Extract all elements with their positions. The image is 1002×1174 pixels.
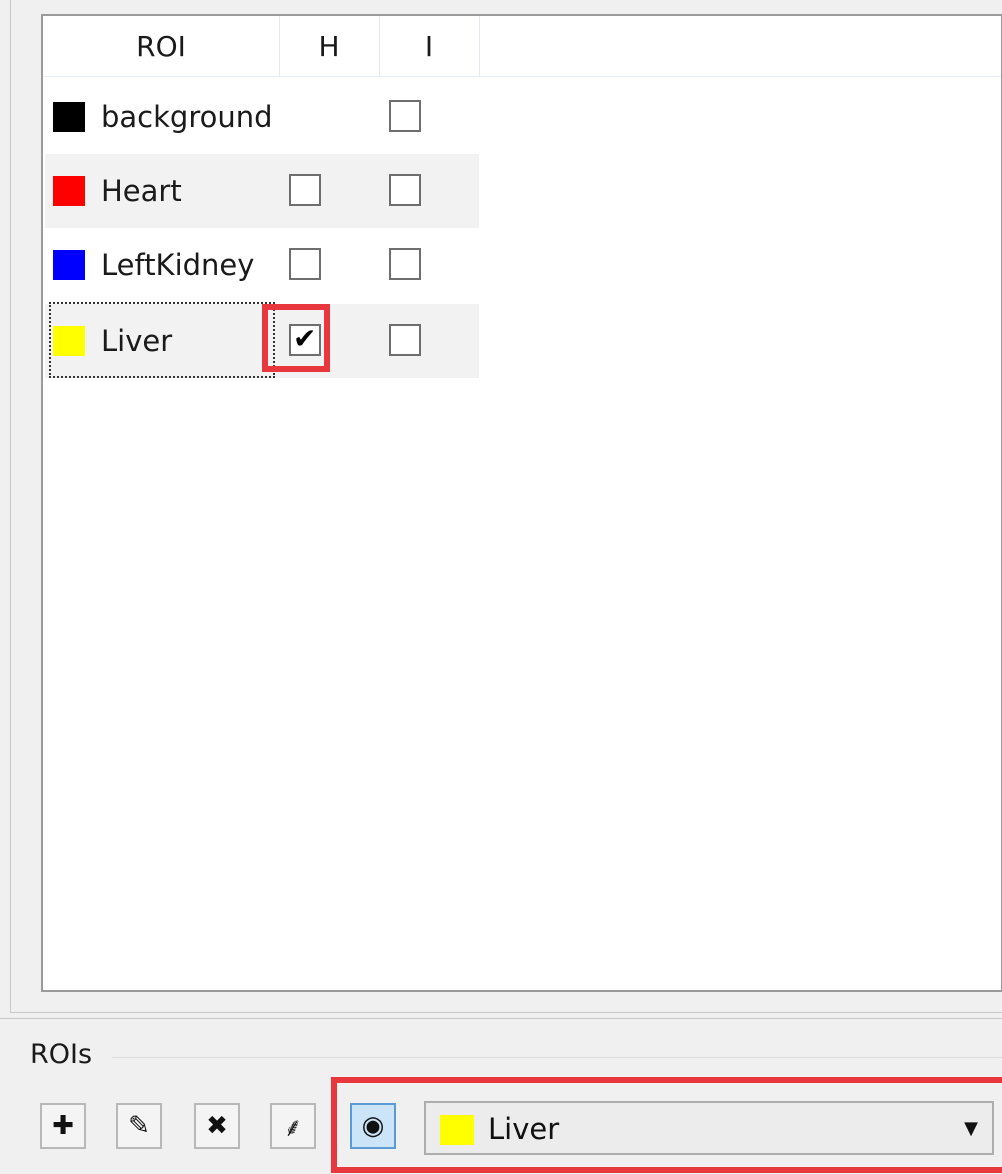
column-header-roi[interactable]: ROI [43, 16, 280, 76]
h-checkbox[interactable] [289, 248, 321, 280]
highlight-box-selector [331, 1077, 1002, 1173]
i-checkbox[interactable] [389, 324, 421, 356]
delete-roi-button[interactable]: ✖ [194, 1103, 240, 1149]
i-checkbox[interactable] [389, 174, 421, 206]
roi-color-swatch [53, 250, 85, 280]
roi-color-swatch [53, 326, 85, 356]
column-header-h[interactable]: H [279, 16, 380, 76]
roi-name: background [101, 100, 273, 134]
edit-roi-button[interactable]: ✎ [116, 1103, 162, 1149]
table-row-background[interactable]: background [45, 80, 479, 154]
table-row-heart[interactable]: Heart [45, 154, 479, 228]
i-checkbox[interactable] [389, 248, 421, 280]
roi-table-container: ROI H I background Heart LeftKidney Live… [10, 0, 1002, 1013]
i-checkbox[interactable] [389, 100, 421, 132]
roi-name: LeftKidney [101, 248, 255, 282]
roi-name: Heart [101, 174, 182, 208]
group-title: ROIs [30, 1039, 93, 1070]
delete-x-icon: ✖ [206, 1111, 228, 1141]
roi-color-swatch [53, 102, 85, 132]
roi-name: Liver [101, 324, 173, 358]
highlight-box-checkbox [262, 304, 330, 372]
add-roi-button[interactable]: ✚ [40, 1103, 86, 1149]
paint-roi-button[interactable]: ⸙ [270, 1103, 316, 1149]
column-header-i[interactable]: I [379, 16, 480, 76]
roi-color-swatch [53, 176, 85, 206]
table-row-leftkidney[interactable]: LeftKidney [45, 228, 479, 302]
plus-icon: ✚ [52, 1111, 74, 1141]
brush-icon: ⸙ [283, 1113, 303, 1143]
group-divider [112, 1057, 1002, 1058]
roi-table: ROI H I background Heart LeftKidney Live… [41, 14, 1002, 992]
h-checkbox[interactable] [289, 174, 321, 206]
table-header: ROI H I [43, 16, 1001, 77]
pencil-icon: ✎ [128, 1111, 150, 1141]
